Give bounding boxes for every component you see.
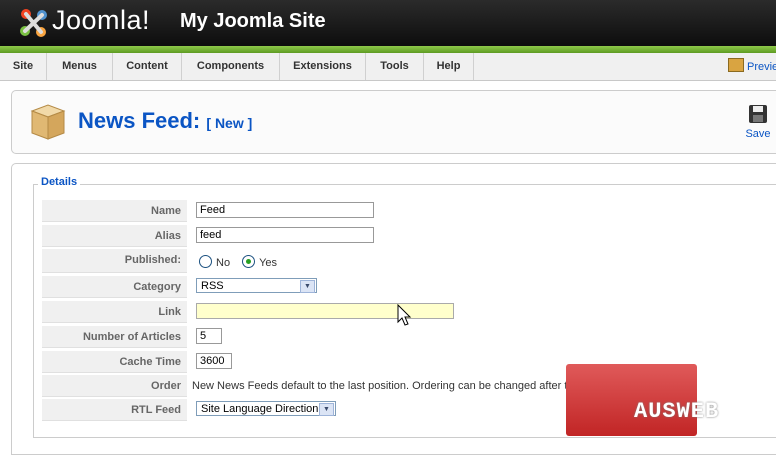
- rtl-selected: Site Language Direction: [201, 403, 319, 415]
- published-no-radio[interactable]: [199, 255, 212, 268]
- menu-components[interactable]: Components: [182, 53, 280, 80]
- page-title-text: News Feed:: [78, 108, 201, 133]
- preview-link[interactable]: Previe: [728, 58, 776, 73]
- menu-content[interactable]: Content: [113, 53, 182, 80]
- toolbar-box: News Feed: [ New ] Save: [11, 90, 776, 154]
- mouse-cursor-icon: [397, 304, 412, 326]
- joomla-logo-icon: [20, 9, 47, 37]
- menu-menus[interactable]: Menus: [47, 53, 113, 80]
- menu-extensions[interactable]: Extensions: [280, 53, 366, 80]
- joomla-logo-text: Joomla!: [52, 5, 151, 35]
- save-disk-icon: [749, 105, 767, 123]
- link-label: Link: [42, 301, 187, 323]
- menu-help[interactable]: Help: [424, 53, 474, 80]
- preview-icon: [728, 58, 744, 72]
- page-title-mode: [ New ]: [206, 115, 253, 131]
- published-no-label: No: [216, 257, 231, 269]
- category-select[interactable]: RSS ▼: [196, 278, 317, 293]
- articles-label: Number of Articles: [42, 326, 187, 348]
- page-title: News Feed: [ New ]: [78, 108, 252, 134]
- details-legend: Details: [38, 176, 81, 188]
- category-selected: RSS: [201, 280, 224, 292]
- published-yes-label: Yes: [259, 257, 278, 269]
- menu-tools[interactable]: Tools: [366, 53, 424, 80]
- category-label: Category: [42, 276, 187, 298]
- preview-label: Previe: [747, 61, 776, 73]
- save-label: Save: [745, 128, 771, 140]
- alias-input[interactable]: feed: [196, 227, 374, 243]
- name-input[interactable]: Feed: [196, 202, 374, 218]
- rtl-select[interactable]: Site Language Direction ▼: [196, 401, 336, 416]
- site-name: My Joomla Site: [180, 10, 326, 32]
- chevron-down-icon: ▼: [319, 403, 334, 416]
- cache-label: Cache Time: [42, 351, 187, 373]
- articles-input[interactable]: 5: [196, 328, 222, 344]
- header-bar: Joomla! My Joomla Site: [0, 0, 776, 46]
- link-input[interactable]: [196, 303, 454, 319]
- rtl-label: RTL Feed: [42, 399, 187, 421]
- watermark-text: AUSWEB: [634, 399, 720, 424]
- newsfeed-box-icon: [30, 104, 66, 140]
- save-button[interactable]: Save: [742, 103, 774, 140]
- order-label: Order: [42, 375, 187, 397]
- main-menu-bar: Site Menus Content Components Extensions…: [0, 53, 776, 81]
- published-yes-radio[interactable]: [242, 255, 256, 268]
- chevron-down-icon: ▼: [300, 280, 315, 293]
- cache-input[interactable]: 3600: [196, 353, 232, 369]
- header-accent-bar: [0, 46, 776, 53]
- menu-site[interactable]: Site: [0, 53, 47, 80]
- published-label: Published:: [42, 249, 187, 273]
- name-label: Name: [42, 200, 187, 222]
- alias-label: Alias: [42, 225, 187, 247]
